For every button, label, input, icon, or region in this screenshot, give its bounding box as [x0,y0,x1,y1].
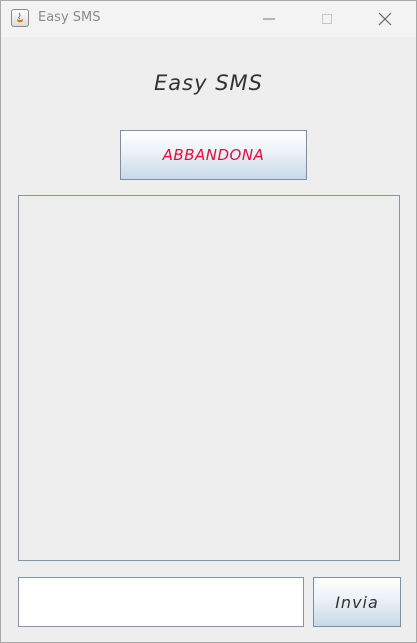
message-log[interactable] [18,195,400,561]
java-app-icon [11,9,29,27]
maximize-icon [322,14,332,24]
close-button[interactable] [362,1,408,37]
send-button[interactable]: Invia [313,577,401,627]
message-input[interactable] [18,577,304,627]
window-title: Easy SMS [38,10,101,25]
minimize-button[interactable] [246,1,292,37]
title-bar[interactable]: Easy SMS [1,1,416,37]
app-heading: Easy SMS [154,71,263,95]
app-window: Easy SMS Easy SMS ABBANDONA Invia [0,0,417,643]
close-icon [378,12,392,26]
abbandona-button[interactable]: ABBANDONA [120,130,307,180]
minimize-icon [263,18,275,20]
maximize-button[interactable] [304,1,350,37]
